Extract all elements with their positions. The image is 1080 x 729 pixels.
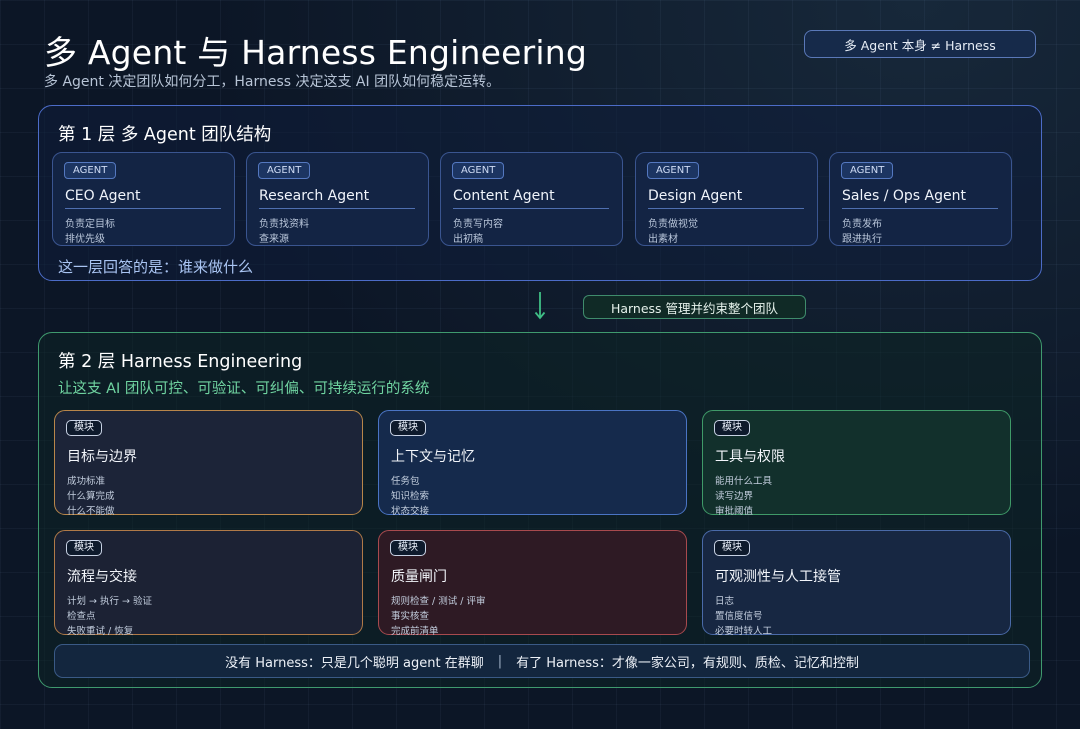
- comparison-without: 没有 Harness：只是几个聪明 agent 在群聊: [225, 655, 484, 671]
- module-card-tools-permissions: 模块 工具与权限 能用什么工具 读写边界 审批阈值: [702, 410, 1011, 517]
- agent-card-ceo: AGENT CEO Agent 负责定目标 排优先级: [52, 152, 235, 246]
- agent-desc: 负责做视觉: [648, 219, 698, 230]
- module-desc: 事实核查: [391, 611, 430, 622]
- layer1-footer: 这一层回答的是：谁来做什么: [58, 258, 254, 276]
- agent-divider: [65, 208, 221, 209]
- agent-card-research: AGENT Research Agent 负责找资料 查来源: [246, 152, 429, 246]
- agent-tag: AGENT: [647, 162, 700, 179]
- agent-desc: 负责发布: [842, 219, 882, 230]
- module-card-observability: 模块 可观测性与人工接管 日志 置信度信号 必要时转人工: [702, 530, 1011, 637]
- agent-divider: [259, 208, 415, 209]
- module-title: 目标与边界: [67, 449, 137, 465]
- layer2-subtitle: 让这支 AI 团队可控、可验证、可纠偏、可持续运行的系统: [58, 381, 430, 397]
- module-desc: 置信度信号: [715, 611, 763, 622]
- module-card-context-memory: 模块 上下文与记忆 任务包 知识检索 状态交接: [378, 410, 687, 517]
- agent-desc: 跟进执行: [842, 234, 882, 245]
- layer1-heading: 第 1 层 多 Agent 团队结构: [58, 125, 272, 145]
- module-desc: 知识检索: [391, 491, 430, 502]
- page-title: 多 Agent 与 Harness Engineering: [44, 33, 588, 72]
- module-title: 上下文与记忆: [391, 449, 475, 465]
- module-tag: 模块: [66, 540, 102, 556]
- module-tag: 模块: [66, 420, 102, 436]
- agent-tag: AGENT: [452, 162, 505, 179]
- module-desc: 什么不能做: [67, 506, 115, 517]
- layer2-panel: 第 2 层 Harness Engineering 让这支 AI 团队可控、可验…: [38, 332, 1042, 688]
- module-tag: 模块: [714, 540, 750, 556]
- module-desc: 规则检查 / 测试 / 评审: [391, 596, 486, 607]
- module-title: 质量闸门: [391, 569, 447, 585]
- module-tag: 模块: [714, 420, 750, 436]
- module-title: 可观测性与人工接管: [715, 569, 841, 585]
- module-title: 工具与权限: [715, 449, 785, 465]
- module-desc: 状态交接: [391, 506, 430, 517]
- summary-badge: 多 Agent 本身 ≠ Harness: [804, 30, 1036, 58]
- agent-desc: 负责找资料: [259, 219, 309, 230]
- agent-desc: 查来源: [259, 234, 289, 245]
- module-tag: 模块: [390, 420, 426, 436]
- module-desc: 失败重试 / 恢复: [67, 626, 134, 637]
- comparison-bar: 没有 Harness：只是几个聪明 agent 在群聊 | 有了 Harness…: [54, 644, 1030, 678]
- module-desc: 完成前清单: [391, 626, 439, 637]
- module-desc: 什么算完成: [67, 491, 115, 502]
- layer2-heading: 第 2 层 Harness Engineering: [58, 352, 303, 372]
- module-desc: 检查点: [67, 611, 96, 622]
- agent-name: Design Agent: [648, 188, 743, 204]
- agent-divider: [648, 208, 804, 209]
- agent-desc: 负责定目标: [65, 219, 115, 230]
- module-desc: 成功标准: [67, 476, 106, 487]
- agent-name: Content Agent: [453, 188, 555, 204]
- agent-tag: AGENT: [258, 162, 311, 179]
- agent-tag: AGENT: [841, 162, 894, 179]
- comparison-with: 有了 Harness：才像一家公司，有规则、质检、记忆和控制: [516, 655, 859, 671]
- module-tag: 模块: [390, 540, 426, 556]
- agent-desc: 排优先级: [65, 234, 105, 245]
- agent-name: Sales / Ops Agent: [842, 188, 966, 204]
- agent-name: CEO Agent: [65, 188, 141, 204]
- module-card-process-handoff: 模块 流程与交接 计划 → 执行 → 验证 检查点 失败重试 / 恢复: [54, 530, 363, 637]
- layer1-panel: 第 1 层 多 Agent 团队结构 AGENT CEO Agent 负责定目标…: [38, 105, 1042, 281]
- agent-desc: 出素材: [648, 234, 678, 245]
- module-card-quality-gate: 模块 质量闸门 规则检查 / 测试 / 评审 事实核查 完成前清单: [378, 530, 687, 637]
- agent-card-sales-ops: AGENT Sales / Ops Agent 负责发布 跟进执行: [829, 152, 1012, 246]
- module-desc: 能用什么工具: [715, 476, 773, 487]
- agent-divider: [842, 208, 998, 209]
- comparison-separator: |: [497, 653, 503, 669]
- connector-badge: Harness 管理并约束整个团队: [583, 295, 806, 319]
- module-title: 流程与交接: [67, 569, 137, 585]
- module-card-goals: 模块 目标与边界 成功标准 什么算完成 什么不能做: [54, 410, 363, 517]
- module-desc: 必要时转人工: [715, 626, 773, 637]
- agent-desc: 负责写内容: [453, 219, 503, 230]
- arrow-down-icon: [534, 292, 546, 320]
- module-desc: 审批阈值: [715, 506, 754, 517]
- module-desc: 日志: [715, 596, 735, 607]
- agent-divider: [453, 208, 609, 209]
- module-desc: 任务包: [391, 476, 420, 487]
- agent-name: Research Agent: [259, 188, 370, 204]
- agent-card-content: AGENT Content Agent 负责写内容 出初稿: [440, 152, 623, 246]
- agent-desc: 出初稿: [453, 234, 483, 245]
- module-desc: 读写边界: [715, 491, 754, 502]
- module-desc: 计划 → 执行 → 验证: [67, 596, 152, 607]
- agent-tag: AGENT: [64, 162, 117, 179]
- agent-card-design: AGENT Design Agent 负责做视觉 出素材: [635, 152, 818, 246]
- page-subtitle: 多 Agent 决定团队如何分工，Harness 决定这支 AI 团队如何稳定运…: [44, 74, 501, 90]
